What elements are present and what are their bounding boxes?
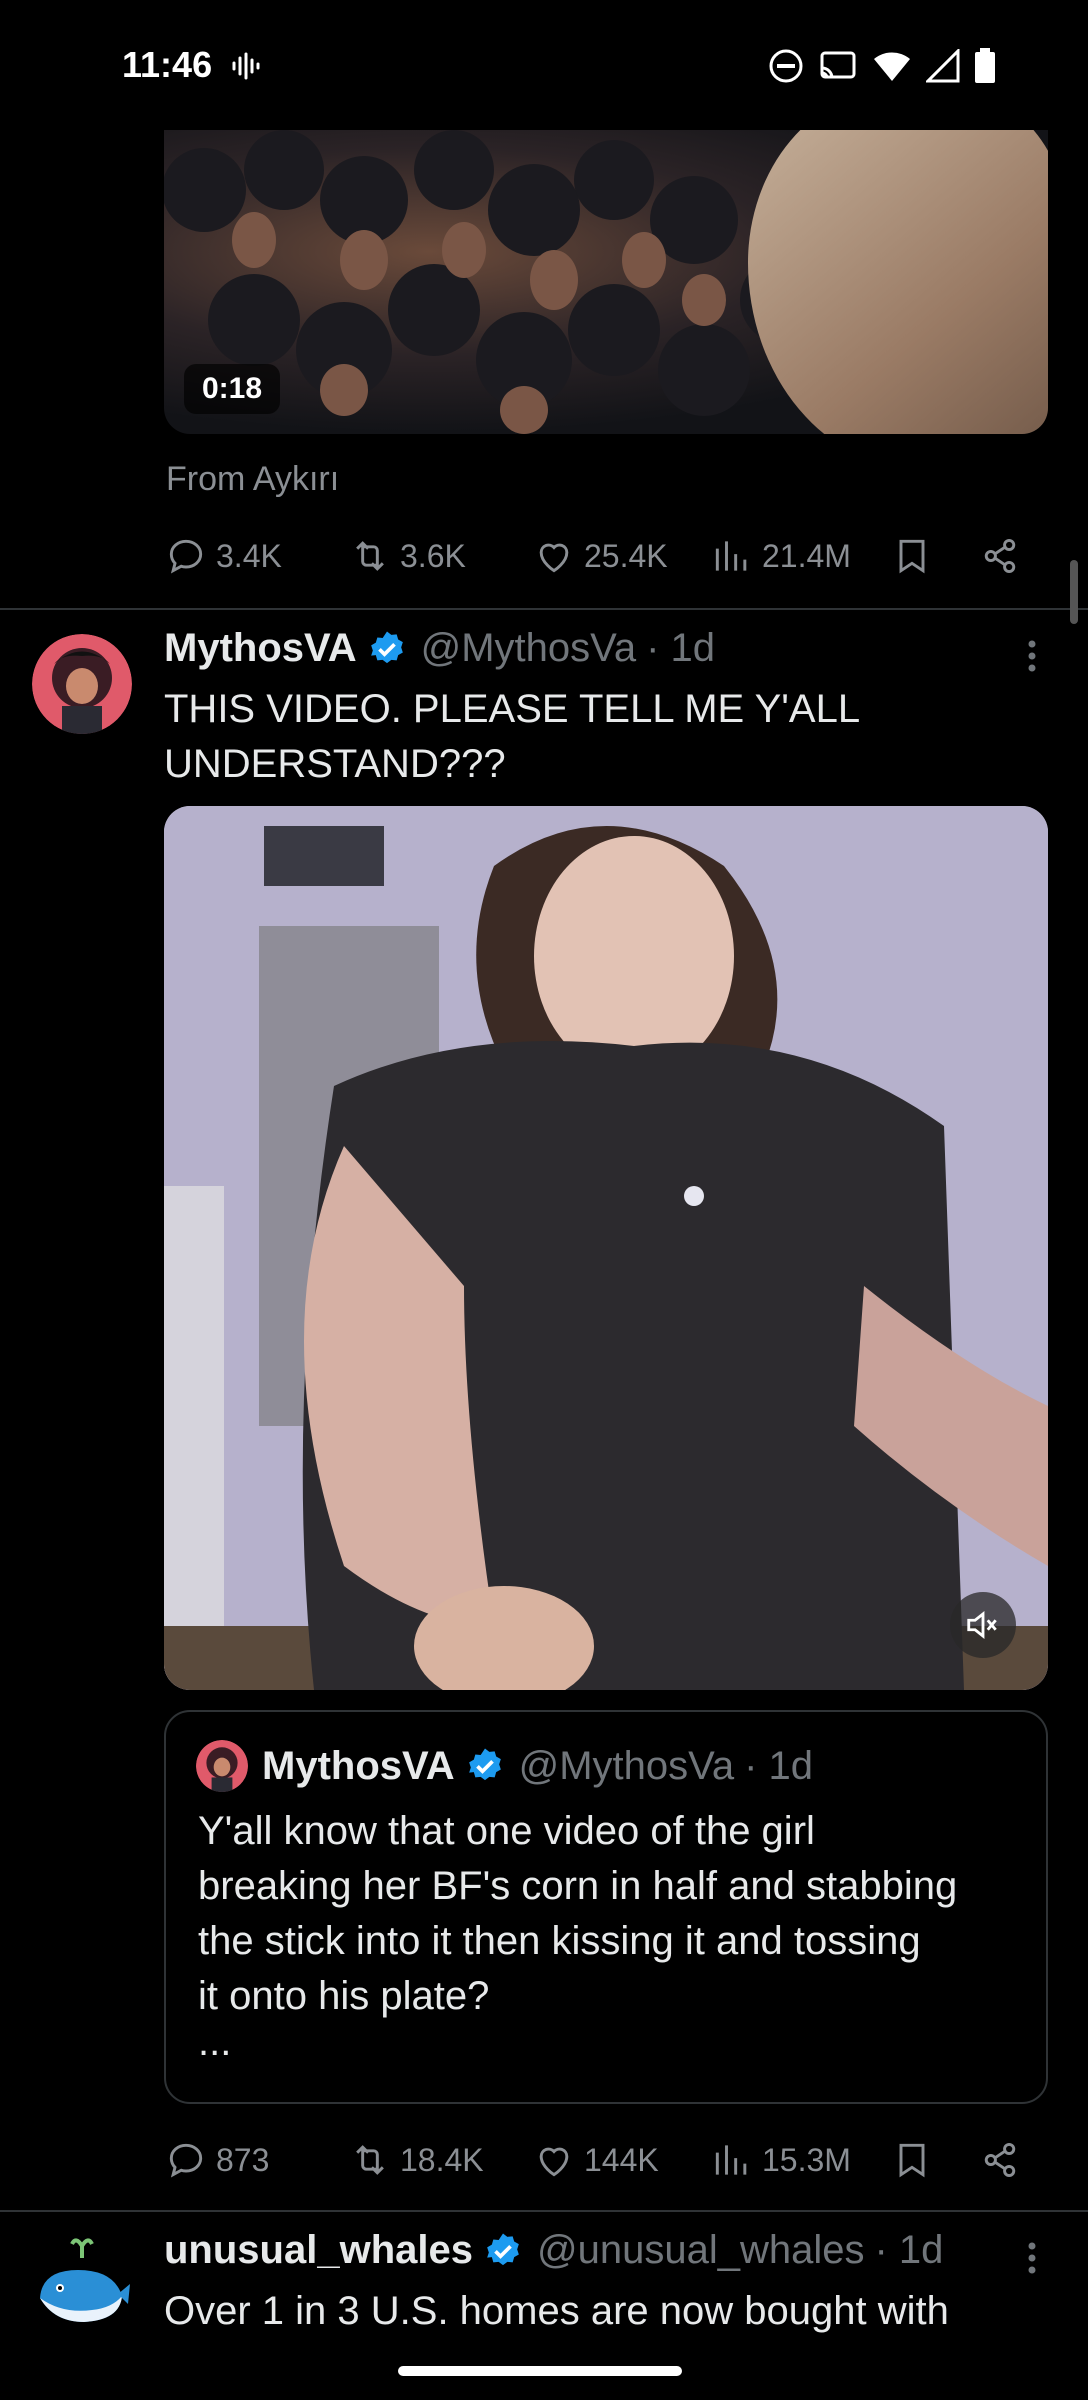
- share-icon: [984, 538, 1016, 574]
- repost-icon: [356, 541, 384, 571]
- quote-display-name: MythosVA: [262, 1743, 455, 1788]
- muted-speaker-icon: [967, 1610, 997, 1640]
- bookmark-button[interactable]: [890, 2138, 978, 2182]
- views-icon: [715, 541, 747, 571]
- avatar[interactable]: [32, 2236, 132, 2336]
- verified-badge-icon: [468, 1748, 501, 1781]
- verified-badge-icon: [487, 2233, 519, 2265]
- reply-button[interactable]: 873: [164, 2138, 348, 2182]
- quote-text-line: it onto his plate?: [198, 1974, 490, 2018]
- handle[interactable]: @MythosVa: [421, 626, 637, 671]
- avatar[interactable]: [32, 634, 132, 734]
- share-button[interactable]: [978, 2138, 1022, 2182]
- quote-text: Y'all know that one video of the girl br…: [198, 1804, 1028, 2024]
- more-options-icon[interactable]: [1026, 636, 1038, 676]
- wifi-icon: [872, 49, 912, 88]
- like-count: 25.4K: [584, 537, 668, 574]
- battery-icon: [974, 48, 996, 89]
- tweet-text: THIS VIDEO. PLEASE TELL ME Y'ALL UNDERST…: [164, 682, 1024, 792]
- reply-icon: [169, 539, 203, 574]
- video-frame: [164, 806, 1048, 1690]
- quote-handle: @MythosVa: [518, 1743, 735, 1788]
- home-indicator[interactable]: [398, 2366, 682, 2376]
- tweet-header: MythosVA @MythosVa · 1d: [164, 626, 715, 671]
- timestamp: · 1d: [646, 626, 716, 670]
- quote-text-line: Y'all know that one video of the girl: [198, 1809, 815, 1853]
- quote-text-line: the stick into it then kissing it and to…: [198, 1919, 921, 1963]
- heart-icon: [539, 2147, 569, 2177]
- scrollbar[interactable]: [1070, 560, 1078, 624]
- quote-timestamp: · 1d: [744, 1743, 814, 1788]
- video-player[interactable]: [164, 806, 1048, 1690]
- heart-icon: [539, 543, 569, 573]
- source-attribution[interactable]: From Aykırı: [166, 460, 339, 499]
- repost-count: 18.4K: [400, 2141, 484, 2178]
- quoted-tweet-card[interactable]: MythosVA @MythosVa · 1d Y'all know that …: [164, 1710, 1048, 2104]
- quote-avatar: [196, 1740, 248, 1792]
- divider: [0, 2210, 1088, 2212]
- verified-badge-icon: [370, 631, 403, 663]
- dnd-icon: [768, 48, 804, 89]
- share-icon: [984, 2142, 1016, 2178]
- action-bar: 3.4K 3.6K 25.4K 21.4M: [164, 526, 1048, 586]
- action-bar: 873 18.4K 144K 15.3M: [164, 2130, 1048, 2190]
- repost-button[interactable]: 3.6K: [348, 534, 532, 578]
- share-button[interactable]: [978, 534, 1022, 578]
- view-count: 15.3M: [762, 2141, 851, 2178]
- display-name[interactable]: MythosVA: [164, 626, 357, 671]
- timestamp: · 1d: [874, 2228, 944, 2272]
- repost-icon: [356, 2145, 384, 2175]
- tweet-text: Over 1 in 3 U.S. homes are now bought wi…: [164, 2284, 1024, 2339]
- status-bar: 11:46: [0, 0, 1088, 130]
- video-player[interactable]: 0:18: [164, 130, 1048, 434]
- repost-count: 3.6K: [400, 537, 466, 574]
- quote-text-line: breaking her BF's corn in half and stabb…: [198, 1864, 958, 1908]
- reply-count: 873: [216, 2141, 270, 2178]
- like-button[interactable]: 144K: [532, 2138, 710, 2182]
- tweet-text-line: Over 1 in 3 U.S. homes are now bought wi…: [164, 2289, 949, 2333]
- bookmark-icon: [899, 2143, 925, 2178]
- status-icons: [768, 47, 996, 89]
- tweet-text-line: THIS VIDEO. PLEASE TELL ME Y'ALL: [164, 687, 861, 731]
- repost-button[interactable]: 18.4K: [348, 2138, 532, 2182]
- bookmark-button[interactable]: [890, 534, 978, 578]
- like-button[interactable]: 25.4K: [532, 534, 710, 578]
- reply-icon: [169, 2143, 203, 2178]
- view-count: 21.4M: [762, 537, 851, 574]
- views-button[interactable]: 21.4M: [710, 534, 890, 578]
- bookmark-icon: [899, 539, 925, 574]
- cast-icon: [818, 48, 858, 89]
- status-time: 11:46: [122, 44, 213, 85]
- tweet-header: unusual_whales @unusual_whales · 1d: [164, 2228, 943, 2273]
- divider: [0, 608, 1088, 610]
- like-count: 144K: [584, 2141, 659, 2178]
- display-name[interactable]: unusual_whales: [164, 2228, 473, 2273]
- views-icon: [715, 2145, 747, 2175]
- signal-icon: [924, 47, 960, 88]
- quote-header: MythosVA @MythosVa · 1d: [196, 1740, 813, 1792]
- handle[interactable]: @unusual_whales: [537, 2228, 864, 2273]
- reply-count: 3.4K: [216, 537, 282, 574]
- more-options-icon[interactable]: [1026, 2238, 1038, 2278]
- voice-icon: [230, 50, 262, 87]
- tweet-text-line: UNDERSTAND???: [164, 742, 506, 786]
- reply-button[interactable]: 3.4K: [164, 534, 348, 578]
- mute-button[interactable]: [950, 1592, 1016, 1658]
- video-duration: 0:18: [184, 364, 281, 414]
- views-button[interactable]: 15.3M: [710, 2138, 890, 2182]
- quote-ellipsis: ...: [198, 2020, 232, 2064]
- rock-shape: [748, 130, 1048, 434]
